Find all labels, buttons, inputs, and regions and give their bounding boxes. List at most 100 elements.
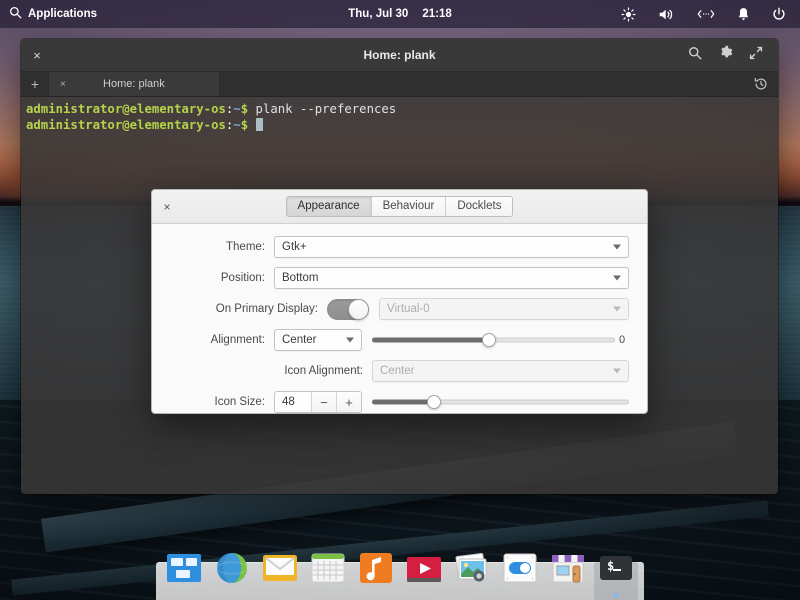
chevron-down-icon xyxy=(613,369,621,374)
theme-label: Theme: xyxy=(170,241,274,253)
row-icon-alignment: Icon Alignment: Center xyxy=(170,360,629,382)
play-icon xyxy=(404,548,444,588)
search-icon xyxy=(9,6,22,22)
terminal-line: administrator@elementary-os:~$ plank --p… xyxy=(26,102,778,118)
tab-close-button[interactable]: × xyxy=(50,79,75,90)
apps-grid-icon xyxy=(164,548,204,588)
fullscreen-icon[interactable] xyxy=(749,46,763,65)
slider-fill xyxy=(372,400,434,405)
alignment-select[interactable]: Center xyxy=(274,329,362,351)
icon-size-value: 48 xyxy=(275,392,311,412)
plank-dock: $ xyxy=(156,542,644,600)
icon-alignment-label: Icon Alignment: xyxy=(170,365,372,377)
dialog-body: Theme: Gtk+ Position: Bottom On Primary … xyxy=(152,224,647,413)
slider-knob[interactable] xyxy=(482,333,496,347)
top-panel: Applications Thu, Jul 30 21:18 xyxy=(0,0,800,28)
theme-select[interactable]: Gtk+ xyxy=(274,236,629,258)
new-tab-button[interactable]: + xyxy=(21,72,50,96)
row-icon-size: Icon Size: 48 − + xyxy=(170,391,629,413)
dock-item-calendar[interactable] xyxy=(304,544,352,600)
tab-behaviour[interactable]: Behaviour xyxy=(372,197,447,216)
slider-knob[interactable] xyxy=(427,395,441,409)
network-icon[interactable] xyxy=(697,8,715,20)
row-position: Position: Bottom xyxy=(170,267,629,289)
dock-item-system-settings[interactable] xyxy=(496,544,544,600)
position-label: Position: xyxy=(170,272,274,284)
dock-item-photos[interactable] xyxy=(448,544,496,600)
gear-icon[interactable] xyxy=(718,45,733,65)
icon-size-slider[interactable] xyxy=(372,392,629,412)
envelope-icon xyxy=(260,548,300,588)
brightness-icon[interactable] xyxy=(621,7,636,22)
terminal-command xyxy=(248,118,255,132)
tab-label: Home: plank xyxy=(75,78,219,90)
terminal-titlebar-actions xyxy=(688,45,778,65)
tab-appearance[interactable]: Appearance xyxy=(287,197,372,216)
icon-size-decrement[interactable]: − xyxy=(311,392,336,412)
position-value: Bottom xyxy=(282,272,318,284)
icon-size-stepper[interactable]: 48 − + xyxy=(274,391,362,413)
history-icon[interactable] xyxy=(744,72,778,96)
search-icon[interactable] xyxy=(688,46,702,65)
power-icon[interactable] xyxy=(772,7,786,22)
dock-item-web-browser[interactable] xyxy=(208,544,256,600)
panel-indicators xyxy=(621,7,800,22)
toggle-switch-icon xyxy=(500,548,540,588)
photos-icon xyxy=(452,548,492,588)
alignment-value: Center xyxy=(282,334,317,346)
monitor-value: Virtual-0 xyxy=(387,303,430,315)
dock-item-terminal[interactable]: $ xyxy=(592,544,640,600)
shop-icon xyxy=(548,548,588,588)
dialog-headerbar: × Appearance Behaviour Docklets xyxy=(152,190,647,224)
terminal-line: administrator@elementary-os:~$ xyxy=(26,118,778,134)
terminal-cursor xyxy=(256,118,263,131)
prompt-dollar: $ xyxy=(241,102,248,116)
notifications-icon[interactable] xyxy=(737,7,750,22)
toggle-knob xyxy=(348,299,369,320)
dock-item-videos[interactable] xyxy=(400,544,448,600)
prompt-user: administrator@elementary-os xyxy=(26,102,226,116)
dialog-close-button[interactable]: × xyxy=(152,190,182,224)
panel-date: Thu, Jul 30 xyxy=(348,8,408,20)
dock-item-music[interactable] xyxy=(352,544,400,600)
terminal-titlebar: × Home: plank xyxy=(21,39,778,72)
icon-alignment-select: Center xyxy=(372,360,629,382)
offset-slider[interactable] xyxy=(372,330,615,350)
chevron-down-icon xyxy=(613,307,621,312)
dock-item-mail[interactable] xyxy=(256,544,304,600)
prompt-dollar: $ xyxy=(241,118,248,132)
terminal-command: plank --preferences xyxy=(248,102,396,116)
dock-item-applications[interactable] xyxy=(160,544,208,600)
desktop: Applications Thu, Jul 30 21:18 xyxy=(0,0,800,600)
primary-display-label: On Primary Display: xyxy=(170,303,327,315)
terminal-title: Home: plank xyxy=(21,48,778,62)
applications-label: Applications xyxy=(28,8,97,20)
terminal-close-button[interactable]: × xyxy=(21,39,49,72)
icon-size-slider-wrap xyxy=(372,392,629,412)
dock-running-indicator xyxy=(614,593,619,598)
applications-menu[interactable]: Applications xyxy=(0,6,97,22)
music-note-icon xyxy=(356,548,396,588)
icon-size-label: Icon Size: xyxy=(170,396,274,408)
icon-alignment-value: Center xyxy=(380,365,415,377)
monitor-select: Virtual-0 xyxy=(379,298,629,320)
alignment-label: Alignment: xyxy=(170,334,274,346)
tab-docklets[interactable]: Docklets xyxy=(446,197,512,216)
chevron-down-icon xyxy=(613,276,621,281)
tabbar-spacer xyxy=(220,72,744,96)
offset-value: 0 xyxy=(619,334,629,346)
position-select[interactable]: Bottom xyxy=(274,267,629,289)
panel-time: 21:18 xyxy=(422,8,451,20)
offset-slider-wrap: 0 xyxy=(372,330,629,350)
icon-size-increment[interactable]: + xyxy=(336,392,361,412)
prompt-path: ~ xyxy=(233,118,240,132)
row-theme: Theme: Gtk+ xyxy=(170,236,629,258)
dock-item-appcenter[interactable] xyxy=(544,544,592,600)
prompt-path: ~ xyxy=(233,102,240,116)
volume-icon[interactable] xyxy=(658,7,675,22)
terminal-tab[interactable]: × Home: plank xyxy=(50,72,220,96)
plank-preferences-dialog: × Appearance Behaviour Docklets Theme: G… xyxy=(151,189,648,414)
row-primary-display: On Primary Display: Virtual-0 xyxy=(170,298,629,320)
terminal-tabbar: + × Home: plank xyxy=(21,72,778,97)
primary-display-toggle[interactable] xyxy=(327,299,369,320)
